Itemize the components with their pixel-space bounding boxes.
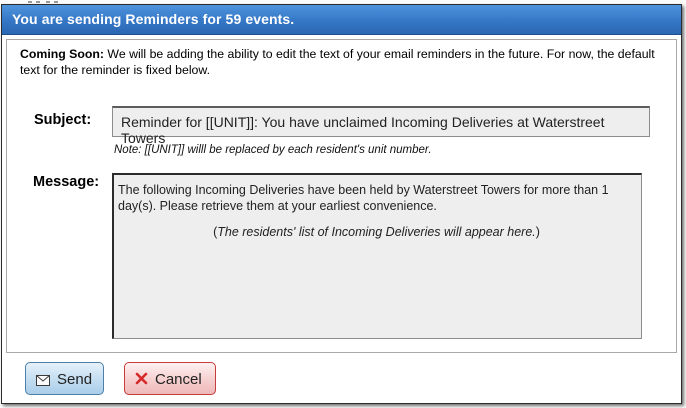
subject-label: Subject:: [34, 112, 92, 128]
placeholder-close-paren: ): [535, 225, 540, 239]
dialog-content: Coming Soon: We will be adding the abili…: [6, 39, 677, 353]
cancel-button[interactable]: Cancel: [124, 362, 216, 395]
notice-label: Coming Soon:: [20, 47, 105, 61]
close-icon: [135, 372, 148, 389]
notice-text: We will be adding the ability to edit th…: [20, 47, 655, 77]
send-button-label: Send: [57, 371, 93, 388]
envelope-icon: [36, 373, 50, 390]
coming-soon-notice: Coming Soon: We will be adding the abili…: [20, 46, 670, 78]
dialog-title: You are sending Reminders for 59 events.: [12, 11, 295, 27]
send-button[interactable]: Send: [25, 362, 104, 395]
cancel-button-label: Cancel: [155, 371, 202, 388]
unit-replacement-note: Note: [[UNIT]] willl be replaced by each…: [114, 144, 432, 156]
message-field[interactable]: The following Incoming Deliveries have b…: [112, 173, 642, 339]
deliveries-list-placeholder: (The residents' list of Incoming Deliver…: [118, 224, 635, 240]
message-label: Message:: [33, 174, 100, 190]
placeholder-text: The residents' list of Incoming Deliveri…: [217, 225, 536, 239]
dialog-titlebar[interactable]: You are sending Reminders for 59 events.: [2, 5, 681, 35]
subject-field[interactable]: Reminder for [[UNIT]]: You have unclaime…: [112, 106, 650, 146]
message-body: The following Incoming Deliveries have b…: [118, 183, 609, 213]
reminder-dialog: You are sending Reminders for 59 events.…: [1, 4, 682, 404]
